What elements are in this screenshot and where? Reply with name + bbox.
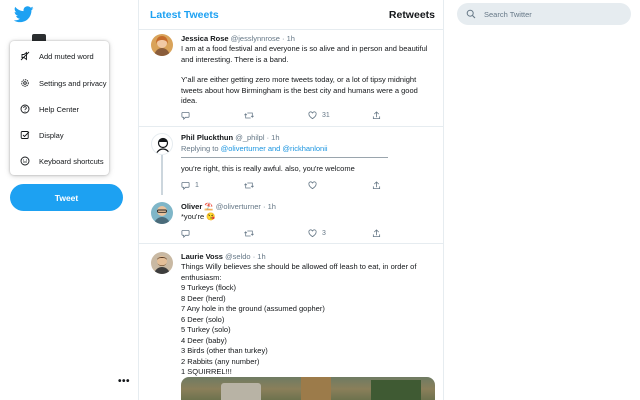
like-icon[interactable]: 31 bbox=[308, 111, 330, 120]
tweet[interactable]: Jessica Rose @jesslynnrose · 1h I am at … bbox=[139, 31, 443, 126]
tweet-text-line: 7 Any hole in the ground (assumed gopher… bbox=[181, 304, 325, 313]
tweet-author-handle[interactable]: @oliverturner · 1h bbox=[216, 202, 276, 211]
tweet[interactable]: Oliver ⛱️ @oliverturner · 1h *you're 😘 3 bbox=[139, 196, 443, 242]
tweet-text-line: 6 Deer (solo) bbox=[181, 314, 225, 324]
like-count: 3 bbox=[322, 230, 326, 237]
share-icon[interactable] bbox=[372, 181, 381, 190]
reply-icon[interactable] bbox=[181, 111, 190, 120]
display-icon bbox=[16, 130, 34, 140]
tweet-text: you're right, this is really awful. also… bbox=[181, 164, 355, 173]
menu-item-label: Help Center bbox=[39, 104, 80, 114]
menu-item-display[interactable]: Display bbox=[10, 122, 109, 148]
replying-to-prefix: Replying to bbox=[181, 144, 221, 153]
tweet-photo[interactable] bbox=[181, 377, 435, 400]
tweet-actions: 1 bbox=[181, 181, 435, 191]
menu-item-label: Keyboard shortcuts bbox=[39, 156, 104, 166]
photo-detail bbox=[371, 380, 421, 400]
menu-item-add-muted-word[interactable]: Add muted word bbox=[10, 43, 109, 69]
reply-icon[interactable] bbox=[181, 229, 190, 238]
search-input[interactable] bbox=[484, 9, 614, 19]
search-box[interactable] bbox=[457, 3, 631, 25]
replying-to-users[interactable]: @oliverturner and @rickhanlonii bbox=[221, 144, 328, 153]
reply-icon[interactable]: 1 bbox=[181, 181, 199, 190]
more-menu-popup: Add muted word Settings and privacy Help… bbox=[10, 41, 109, 175]
tweet-text-line: 4 Deer (baby) bbox=[181, 335, 227, 345]
tweet-text-line: 2 Rabbits (any number) bbox=[181, 356, 260, 366]
keyboard-icon bbox=[16, 156, 34, 166]
tab-latest-tweets[interactable]: Latest Tweets bbox=[150, 9, 219, 21]
share-icon[interactable] bbox=[372, 111, 381, 120]
like-icon[interactable] bbox=[308, 181, 317, 190]
tweet-header: Phil Pluckthun @_philpl · 1h bbox=[181, 133, 280, 142]
menu-item-label: Settings and privacy bbox=[39, 78, 107, 88]
reply-count: 1 bbox=[195, 182, 199, 189]
retweet-icon[interactable] bbox=[244, 229, 254, 238]
tweet-text-line: 3 Birds (other than turkey) bbox=[181, 346, 268, 355]
tweet[interactable]: Phil Pluckthun @_philpl · 1h Replying to… bbox=[139, 127, 443, 195]
search-icon bbox=[457, 9, 484, 19]
tweet-author-name[interactable]: Oliver ⛱️ bbox=[181, 202, 214, 211]
photo-detail bbox=[301, 377, 331, 400]
tweet-text: I am at a food festival and everyone is … bbox=[181, 44, 428, 64]
tweet-author-handle[interactable]: @seldo · 1h bbox=[225, 252, 266, 261]
tweet-actions: 3 bbox=[181, 229, 435, 239]
avatar[interactable] bbox=[151, 34, 173, 56]
replying-to: Replying to @oliverturner and @rickhanlo… bbox=[181, 144, 328, 155]
tweet-text: Y'all are either getting zero more tweet… bbox=[181, 75, 418, 105]
tweet-text-line: 8 Deer (herd) bbox=[181, 293, 226, 303]
menu-item-settings[interactable]: Settings and privacy bbox=[10, 70, 109, 96]
tweet-author-name[interactable]: Laurie Voss bbox=[181, 252, 223, 261]
retweet-icon[interactable] bbox=[244, 181, 254, 190]
tweet-author-name[interactable]: Phil Pluckthun bbox=[181, 133, 233, 142]
avatar[interactable] bbox=[151, 252, 173, 274]
tweet-author-handle[interactable]: @jesslynnrose · 1h bbox=[231, 34, 295, 43]
tweet-text-line: Things Willy believes she should be allo… bbox=[181, 262, 417, 271]
mute-icon bbox=[16, 51, 34, 61]
quote-divider bbox=[181, 157, 388, 158]
like-count: 31 bbox=[322, 112, 330, 119]
tweet-author-name[interactable]: Jessica Rose bbox=[181, 34, 229, 43]
gear-icon bbox=[16, 78, 34, 88]
menu-item-label: Add muted word bbox=[39, 51, 94, 61]
tweet-author-handle[interactable]: @_philpl · 1h bbox=[235, 133, 279, 142]
left-sidebar: Add muted word Settings and privacy Help… bbox=[0, 0, 136, 400]
tweet-header: Oliver ⛱️ @oliverturner · 1h bbox=[181, 202, 276, 211]
timeline-column: Latest Tweets Retweets Jessica Rose @jes… bbox=[138, 0, 444, 400]
tweet-text-line: enthusiasm: bbox=[181, 272, 222, 282]
tweet-text: Things Willy believes she should be allo… bbox=[181, 262, 439, 378]
menu-item-keyboard-shortcuts[interactable]: Keyboard shortcuts bbox=[10, 148, 109, 174]
timeline-header: Latest Tweets Retweets bbox=[139, 0, 443, 30]
tweet-text-line: 5 Turkey (solo) bbox=[181, 325, 231, 334]
avatar[interactable] bbox=[151, 202, 173, 224]
tweet-actions: 31 bbox=[181, 111, 435, 121]
thread-line bbox=[161, 155, 163, 195]
more-options-icon[interactable]: ••• bbox=[118, 376, 130, 387]
menu-item-help-center[interactable]: Help Center bbox=[10, 96, 109, 122]
tab-retweets[interactable]: Retweets bbox=[389, 9, 435, 21]
avatar[interactable] bbox=[151, 133, 173, 155]
tweet-header: Laurie Voss @seldo · 1h bbox=[181, 252, 266, 261]
tweet-text-line: 9 Turkeys (flock) bbox=[181, 283, 237, 292]
photo-detail bbox=[221, 383, 261, 400]
tweet-text-line: 1 SQUIRREL!!! bbox=[181, 367, 232, 376]
like-icon[interactable]: 3 bbox=[308, 229, 326, 238]
menu-item-label: Display bbox=[39, 130, 64, 140]
share-icon[interactable] bbox=[372, 229, 381, 238]
retweet-icon[interactable] bbox=[244, 111, 254, 120]
tweet-header: Jessica Rose @jesslynnrose · 1h bbox=[181, 34, 295, 43]
tweet-button[interactable]: Tweet bbox=[10, 184, 123, 211]
twitter-bird-icon[interactable] bbox=[14, 6, 34, 24]
tweet-text: *you're 😘 bbox=[181, 212, 216, 221]
help-icon bbox=[16, 104, 34, 114]
